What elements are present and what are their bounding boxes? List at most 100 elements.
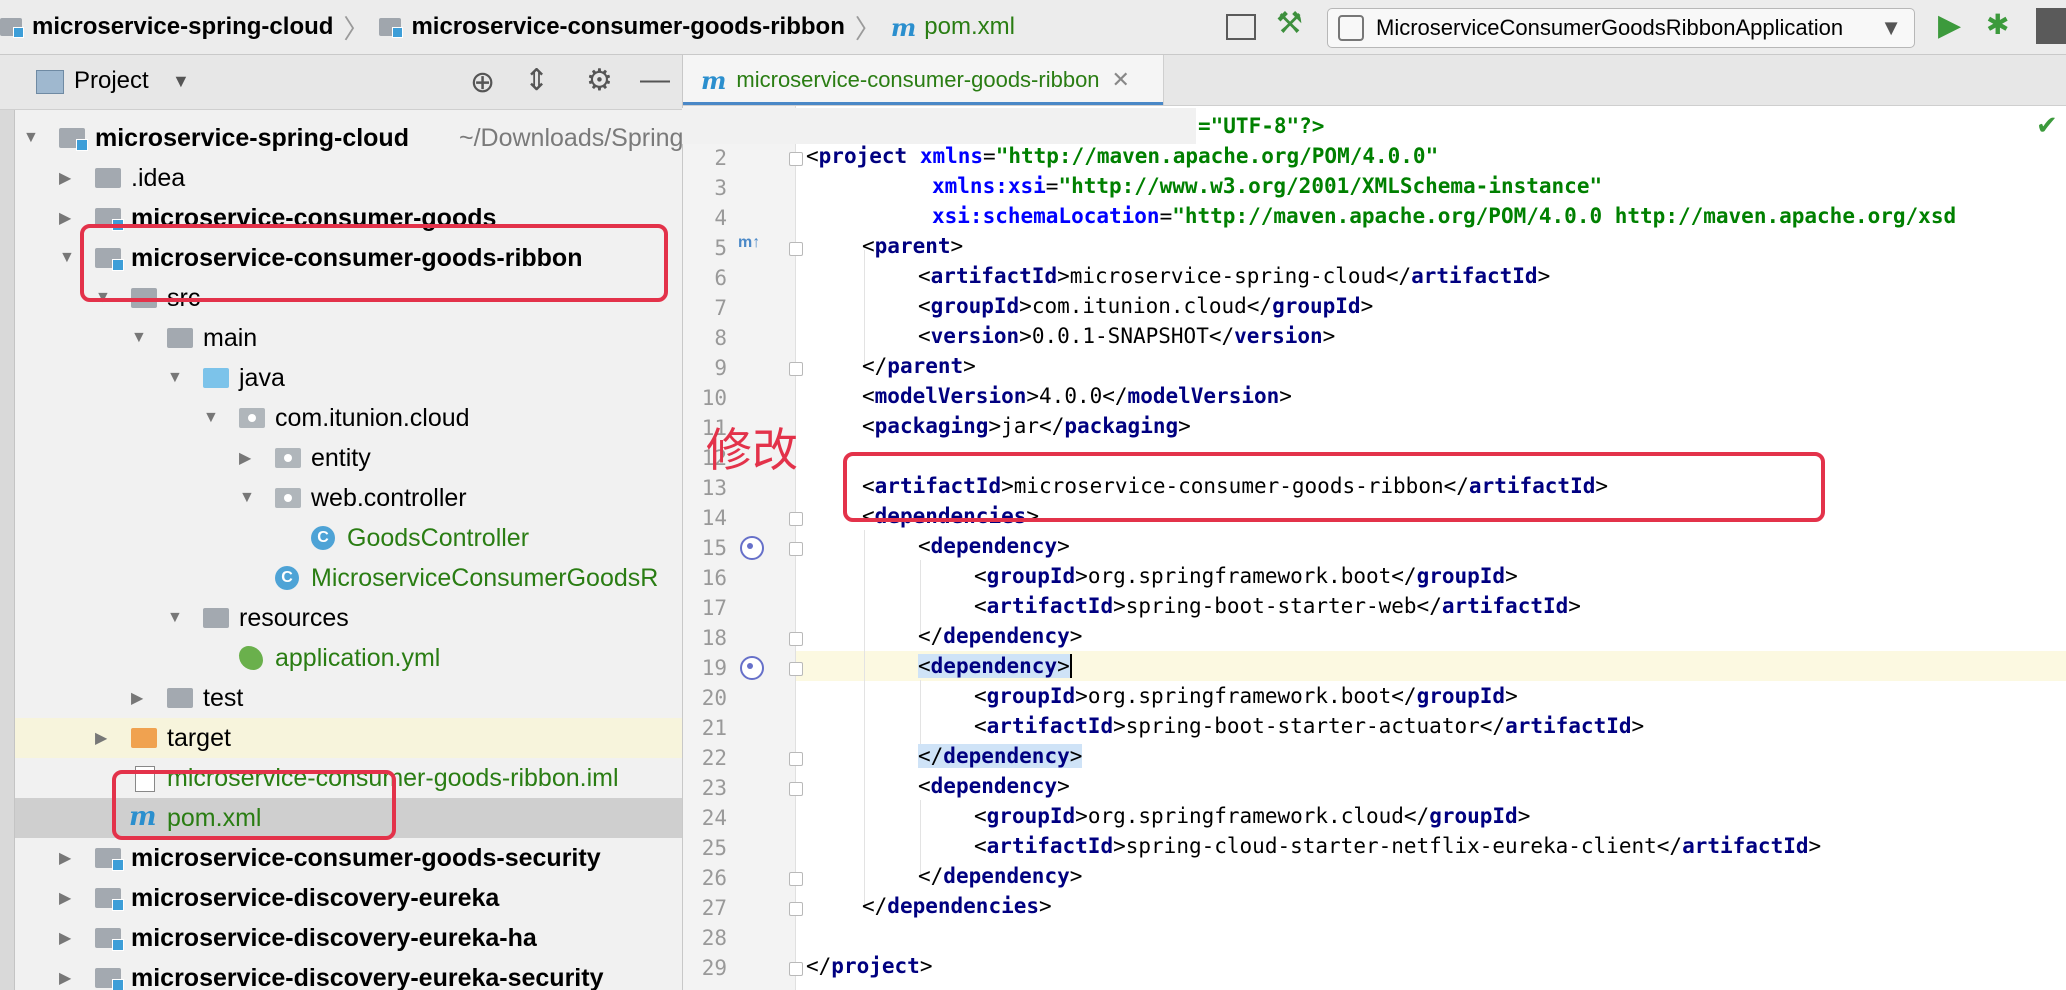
code-line-11: <packaging>jar</packaging>: [862, 414, 1191, 438]
hide-panel-icon[interactable]: —: [640, 63, 670, 97]
code-line-3: xmlns:xsi="http://www.w3.org/2001/XMLSch…: [932, 174, 1603, 198]
tree-item-discovery-eureka[interactable]: ▶ microservice-discovery-eureka: [15, 878, 682, 918]
dependency-gutter-icon[interactable]: [740, 536, 764, 560]
collapse-arrow-icon[interactable]: ▶: [59, 848, 71, 868]
highlight-box-module: [80, 224, 668, 302]
fold-marker-icon[interactable]: [789, 542, 803, 556]
stop-icon[interactable]: [2036, 8, 2066, 44]
fold-marker-icon[interactable]: [789, 872, 803, 886]
breadcrumb-project[interactable]: microservice-spring-cloud: [32, 13, 333, 41]
line-number: 20: [701, 686, 727, 710]
tree-item-package[interactable]: ▼ com.itunion.cloud: [15, 398, 682, 438]
tree-item-idea[interactable]: ▶ .idea: [15, 158, 682, 198]
tree-item-goods-controller[interactable]: C GoodsController: [15, 518, 682, 558]
tree-item-label: com.itunion.cloud: [275, 403, 470, 432]
expand-arrow-icon[interactable]: ▼: [23, 129, 39, 147]
fold-marker-icon[interactable]: [789, 962, 803, 976]
fold-marker-icon[interactable]: [789, 782, 803, 796]
code-line-24: <groupId>org.springframework.cloud</grou…: [974, 804, 1531, 828]
expand-arrow-icon[interactable]: ▼: [131, 329, 147, 347]
locate-target-icon[interactable]: ⊕: [470, 65, 495, 100]
run-icon[interactable]: ▶: [1938, 8, 1961, 43]
tree-item-label: MicroserviceConsumerGoodsR: [311, 563, 659, 592]
fold-marker-icon[interactable]: [789, 662, 803, 676]
path-tooltip: [682, 108, 1196, 144]
breadcrumb-module[interactable]: microservice-consumer-goods-ribbon: [411, 13, 844, 41]
collapse-arrow-icon[interactable]: ▶: [59, 928, 71, 948]
fold-marker-icon[interactable]: [789, 902, 803, 916]
collapse-arrow-icon[interactable]: ▶: [59, 888, 71, 908]
code-line-25: <artifactId>spring-cloud-starter-netflix…: [974, 834, 1822, 858]
fold-marker-icon[interactable]: [789, 512, 803, 526]
line-number: 8: [714, 326, 727, 350]
code-line-26: </dependency>: [918, 864, 1083, 888]
tree-item-resources[interactable]: ▼ resources: [15, 598, 682, 638]
code-line-23: <dependency>: [918, 774, 1070, 798]
tree-item-target[interactable]: ▶ target: [15, 718, 682, 758]
build-hammer-icon[interactable]: ⚒: [1276, 6, 1303, 41]
collapse-arrow-icon[interactable]: ▶: [131, 688, 143, 708]
expand-arrow-icon[interactable]: ▼: [167, 369, 183, 387]
line-number: 25: [701, 836, 727, 860]
dependency-gutter-icon[interactable]: [740, 656, 764, 680]
code-line-17: <artifactId>spring-boot-starter-web</art…: [974, 594, 1581, 618]
tree-item-application-class[interactable]: C MicroserviceConsumerGoodsR: [15, 558, 682, 598]
expand-arrow-icon[interactable]: ▼: [167, 609, 183, 627]
collapse-arrow-icon[interactable]: ▶: [95, 728, 107, 748]
spring-boot-class-icon: C: [275, 566, 299, 590]
collapse-arrow-icon[interactable]: ▶: [59, 208, 71, 228]
maven-file-icon: m: [890, 12, 917, 42]
tree-item-java[interactable]: ▼ java: [15, 358, 682, 398]
tree-item-web-controller[interactable]: ▼ web.controller: [15, 478, 682, 518]
code-line-4: xsi:schemaLocation="http://maven.apache.…: [932, 204, 1957, 228]
fold-marker-icon[interactable]: [789, 632, 803, 646]
source-folder-icon: [203, 368, 229, 388]
tree-item-discovery-eureka-ha[interactable]: ▶ microservice-discovery-eureka-ha: [15, 918, 682, 958]
collapse-arrow-icon[interactable]: ▶: [59, 168, 71, 188]
code-line-2: <project xmlns="http://maven.apache.org/…: [806, 144, 1439, 168]
tree-item-test[interactable]: ▶ test: [15, 678, 682, 718]
module-folder-icon: [379, 18, 404, 38]
run-console-icon[interactable]: [1226, 14, 1256, 40]
annotation-text: 修改: [706, 423, 798, 477]
tree-item-root[interactable]: ▼ microservice-spring-cloud ~/Downloads/…: [15, 118, 682, 158]
expand-arrow-icon[interactable]: ▼: [59, 249, 75, 267]
tree-item-entity[interactable]: ▶ entity: [15, 438, 682, 478]
editor-tab-bar: m microservice-consumer-goods-ribbon ✕: [683, 55, 2066, 106]
line-number: 29: [701, 956, 727, 980]
tree-item-main[interactable]: ▼ main: [15, 318, 682, 358]
breadcrumb-separator: 〉: [854, 13, 881, 44]
gear-icon[interactable]: ⚙: [586, 63, 613, 98]
fold-marker-icon[interactable]: [789, 242, 803, 256]
breadcrumb-file[interactable]: pom.xml: [924, 13, 1015, 41]
close-icon[interactable]: ✕: [1112, 67, 1130, 93]
chevron-down-icon[interactable]: ▼: [172, 71, 190, 92]
tree-item-label: GoodsController: [347, 523, 530, 552]
run-configuration-select[interactable]: MicroserviceConsumerGoodsRibbonApplicati…: [1327, 8, 1915, 48]
package-icon: [239, 408, 265, 428]
module-folder-icon: [95, 888, 124, 911]
code-line-20: <groupId>org.springframework.boot</group…: [974, 684, 1518, 708]
editor-tab[interactable]: m microservice-consumer-goods-ribbon ✕: [683, 55, 1164, 105]
collapse-all-icon[interactable]: ⇕: [524, 63, 549, 98]
expand-arrow-icon[interactable]: ▼: [239, 489, 255, 507]
expand-arrow-icon[interactable]: ▼: [203, 409, 219, 427]
collapse-arrow-icon[interactable]: ▶: [59, 968, 71, 988]
package-icon: [275, 488, 301, 508]
tree-item-discovery-eureka-security[interactable]: ▶ microservice-discovery-eureka-security: [15, 958, 682, 990]
project-panel-header: Project ▼ ⊕ ⇕ ⚙ —: [0, 55, 683, 110]
line-number: 28: [701, 926, 727, 950]
tree-item-consumer-goods-security[interactable]: ▶ microservice-consumer-goods-security: [15, 838, 682, 878]
tree-item-label: application.yml: [275, 643, 441, 672]
fold-marker-icon[interactable]: [789, 752, 803, 766]
maven-parent-gutter-icon[interactable]: m↑: [738, 234, 760, 252]
code-line-8: <version>0.0.1-SNAPSHOT</version>: [918, 324, 1336, 348]
debug-icon[interactable]: ✱: [1986, 8, 2009, 41]
code-line-5: <parent>: [862, 234, 964, 258]
project-panel-title[interactable]: Project: [74, 67, 149, 95]
module-folder-icon: [95, 848, 124, 871]
tree-item-application-yml[interactable]: application.yml: [15, 638, 682, 678]
fold-marker-icon[interactable]: [789, 362, 803, 376]
collapse-arrow-icon[interactable]: ▶: [239, 448, 251, 468]
fold-marker-icon[interactable]: [789, 152, 803, 166]
